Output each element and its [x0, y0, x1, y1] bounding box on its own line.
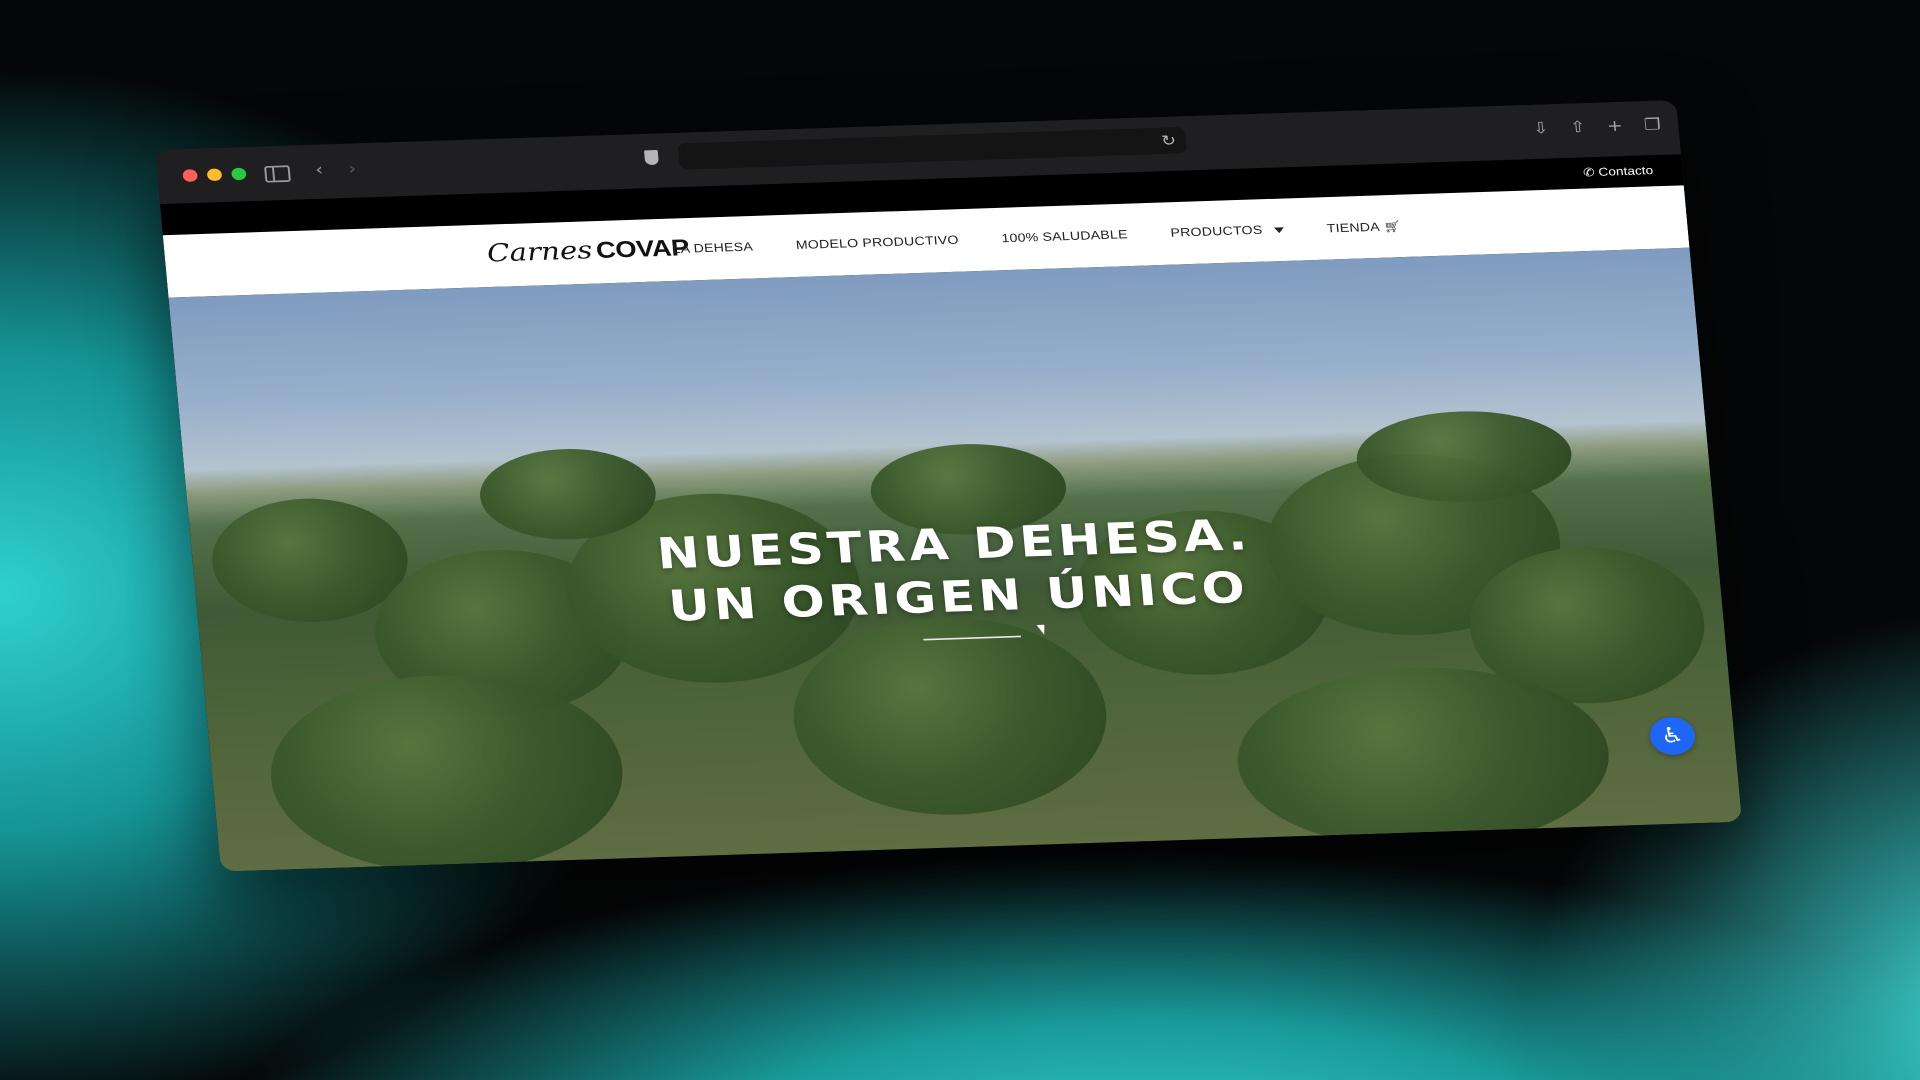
tabs-overview-icon[interactable]: ❐	[1643, 115, 1661, 134]
address-bar[interactable]: ↻	[677, 126, 1187, 170]
nav-item-productos[interactable]: PRODUCTOS	[1170, 223, 1285, 241]
hero-banner: NUESTRA DEHESA. UN ORIGEN ÚNICO ♿︎	[168, 247, 1742, 872]
nav-item-100-saludable[interactable]: 100% SALUDABLE	[1001, 228, 1128, 246]
contact-link[interactable]: ✆ Contacto	[1583, 163, 1654, 179]
close-window-button[interactable]	[182, 169, 198, 182]
reload-icon[interactable]: ↻	[1161, 132, 1177, 150]
site-logo[interactable]: CarnesCOVAP	[485, 233, 690, 269]
sidebar-icon[interactable]	[264, 165, 291, 183]
nav-item-tienda[interactable]: TIENDA 🛒︎	[1326, 219, 1402, 235]
chevron-right-icon[interactable]: ›	[347, 158, 357, 178]
chevron-left-icon[interactable]: ‹	[314, 159, 324, 179]
nav-item-tienda-label: TIENDA	[1326, 220, 1381, 236]
toolbar-actions: ⇩ ⇧ + ❐	[1532, 115, 1661, 137]
main-menu: LA DEHESA MODELO PRODUCTIVO 100% SALUDAB…	[672, 219, 1402, 257]
shield-icon[interactable]	[644, 149, 659, 166]
phone-icon: ✆	[1582, 166, 1596, 180]
logo-script-text: Carnes	[485, 236, 594, 269]
share-icon[interactable]: ⇧	[1569, 118, 1586, 137]
browser-window: ‹ › ↻ ⇩ ⇧ + ❐ ✆ Contacto CarnesCOVAP LA …	[155, 100, 1742, 872]
desktop-background: ‹ › ↻ ⇩ ⇧ + ❐ ✆ Contacto CarnesCOVAP LA …	[0, 0, 1920, 1080]
contact-label: Contacto	[1597, 163, 1654, 179]
nav-item-modelo-productivo[interactable]: MODELO PRODUCTIVO	[795, 234, 959, 253]
window-controls	[182, 167, 247, 182]
minimize-window-button[interactable]	[206, 168, 223, 182]
tree-image	[785, 612, 1115, 820]
plus-icon[interactable]: +	[1606, 117, 1623, 136]
nav-item-productos-label: PRODUCTOS	[1169, 223, 1264, 241]
zoom-window-button[interactable]	[230, 167, 247, 181]
download-icon[interactable]: ⇩	[1532, 119, 1549, 138]
cart-icon: 🛒︎	[1383, 219, 1402, 234]
mouse-cursor-icon	[1036, 621, 1050, 635]
chevron-down-icon	[1273, 227, 1285, 234]
tree-image	[262, 669, 632, 872]
accessibility-icon[interactable]: ♿︎	[1648, 716, 1697, 756]
nav-item-la-dehesa[interactable]: LA DEHESA	[672, 241, 754, 258]
